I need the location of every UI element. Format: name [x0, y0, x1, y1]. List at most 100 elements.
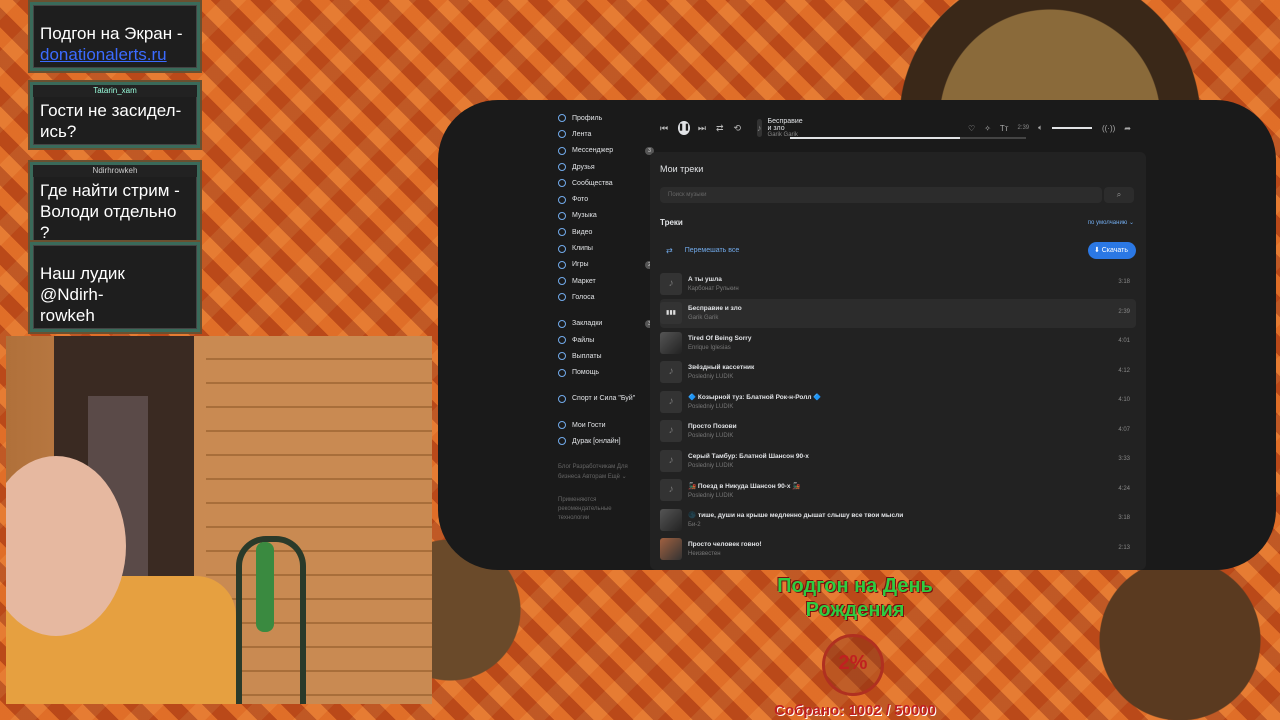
previous-icon[interactable]: ⏮ [660, 123, 668, 134]
track-cover[interactable]: ♪ [660, 272, 682, 295]
track-artist[interactable]: Enrique Iglesias [688, 345, 751, 351]
track-title: Просто Позови [688, 423, 737, 431]
chat-author: Tatarin_xam [33, 85, 197, 97]
track-row[interactable]: ♪ Просто Позови Posledniy LUDIK 4:07 [660, 417, 1136, 447]
track-row[interactable]: Tired Of Being Sorry Enrique Iglesias 4:01 [660, 328, 1136, 358]
playing-bars-icon[interactable]: ▮▮▮ [660, 302, 682, 325]
sidebar-item[interactable]: Маркет [558, 273, 648, 289]
track-cover[interactable]: ♪ [660, 449, 682, 472]
track-cover[interactable]: ♪ [660, 390, 682, 413]
sidebar-item-label: Закладки [572, 320, 603, 328]
track-cover[interactable] [660, 538, 682, 561]
track-duration: 3:18 [1118, 515, 1130, 521]
donation-goal-title: Подгон на День Рождения [700, 574, 1010, 622]
broadcast-icon[interactable]: ((·)) [1102, 124, 1115, 133]
sort-dropdown[interactable]: по умолчанию ⌄ [1088, 219, 1134, 226]
sidebar-item-group[interactable]: Спорт и Сила "Буй" [558, 391, 648, 407]
pause-button[interactable]: ❚❚ [678, 121, 690, 135]
sidebar-item[interactable]: Музыка [558, 208, 648, 224]
community-icon [558, 179, 566, 188]
track-artist[interactable]: Карбонат Рулькин [688, 286, 739, 292]
sidebar-item[interactable]: Клипы [558, 240, 648, 256]
files-icon [558, 336, 566, 344]
search-input[interactable]: Поиск музыки [660, 187, 1102, 203]
sidebar-item-label: Друзья [572, 163, 595, 171]
market-icon [558, 277, 566, 286]
sidebar-item[interactable]: Видео [558, 224, 648, 240]
sidebar-item[interactable]: Профиль [558, 110, 648, 126]
progress-bar[interactable] [790, 137, 1026, 139]
audio-player: ⏮ ❚❚ ⏭ ⇄ ⟲ ♪ Бесправие и зло Garik Garik… [660, 115, 1140, 141]
chat-author: Ndirhrowkeh [33, 165, 197, 177]
track-cover[interactable] [660, 331, 682, 354]
track-cover[interactable] [660, 508, 682, 531]
track-cover[interactable]: ♪ [660, 479, 682, 502]
clips-icon [558, 244, 566, 253]
shuffle-icon[interactable]: ⇄ [716, 123, 724, 134]
sidebar-item-label: Мессенджер [572, 147, 614, 155]
sidebar-footer-links[interactable]: Блог Разработчикам Для бизнеса Авторам Е… [558, 462, 638, 482]
volume-slider[interactable] [1051, 127, 1092, 129]
download-button[interactable]: ⬇ Скачать [1087, 242, 1136, 259]
payments-icon [558, 352, 566, 361]
track-title: 🔷 Козырной туз: Блатной Рок-н-Ролл 🔷 [688, 394, 822, 402]
track-artist[interactable]: Garik Garik [688, 315, 742, 321]
share-icon[interactable]: ➦ [1124, 124, 1131, 133]
track-artist[interactable]: Posledniy LUDIK [688, 433, 737, 439]
track-list: ♪ А ты ушла Карбонат Рулькин 3:18 ▮▮▮ Бесправ… [660, 269, 1136, 564]
sidebar-item-label: Файлы [572, 336, 595, 344]
track-artist[interactable]: Posledniy LUDIK [688, 493, 800, 499]
sidebar-item[interactable]: Сообщества [558, 175, 648, 191]
sidebar-item[interactable]: Лента [558, 126, 648, 142]
search-icon[interactable]: ⌕ [1104, 187, 1134, 203]
music-icon [558, 211, 566, 220]
track-cover[interactable]: ♪ [660, 361, 682, 384]
sidebar-item[interactable]: Мессенджер 3 [558, 143, 654, 159]
dislike-icon[interactable]: ♡ [968, 124, 975, 133]
chat-text-line: Подгон на Экран - [40, 24, 183, 43]
sidebar-item-label: Профиль [572, 114, 603, 122]
track-artist[interactable]: Неизвестен [688, 551, 762, 557]
sidebar-item[interactable]: Фото [558, 191, 648, 207]
shuffle-all-button[interactable]: ⇄ Перемешать все [666, 246, 739, 255]
sidebar-item[interactable]: Выплаты [558, 348, 648, 364]
sidebar-item[interactable]: Игры2 [558, 257, 654, 273]
cards-icon [558, 437, 566, 446]
message-icon [558, 146, 566, 155]
progress-fill [790, 137, 960, 139]
track-row[interactable]: ▮▮▮ Бесправие и зло Garik Garik 2:39 [660, 298, 1136, 328]
sidebar-item[interactable]: Файлы [558, 332, 648, 348]
track-artist[interactable]: Posledniy LUDIK [688, 404, 821, 410]
page-title: Мои треки [660, 164, 704, 174]
donation-link[interactable]: donationalerts.ru [40, 44, 190, 65]
sidebar-item[interactable]: Помощь [558, 364, 648, 380]
next-icon[interactable]: ⏭ [698, 123, 706, 134]
track-row[interactable]: 🌑 тише, души на крыше медленно дышат слы… [660, 505, 1136, 535]
track-row[interactable]: ♪ 🔷 Козырной туз: Блатной Рок-н-Ролл 🔷 Pos… [660, 387, 1136, 417]
sidebar-item-label: Помощь [572, 369, 600, 377]
sidebar-item[interactable]: Мои Гости [558, 417, 648, 433]
sidebar-item[interactable]: Друзья [558, 159, 648, 175]
track-row[interactable]: ♪ 🚂 Поезд в Никуда Шансон 90-х 🚂 Posledniy… [660, 476, 1136, 506]
sidebar-item[interactable]: Дурак [онлайн] [558, 433, 648, 449]
repeat-icon[interactable]: ⟲ [734, 123, 742, 134]
track-row[interactable]: Просто человек говно! Неизвестен 2:13 [660, 535, 1136, 565]
track-row[interactable]: ♪ Звёздный кассетник Posledniy LUDIK 4:12 [660, 358, 1136, 388]
track-artist[interactable]: Posledniy LUDIK [688, 374, 754, 380]
chat-text-line: Наш лудик @Ndirh- [40, 264, 125, 304]
volume-icon[interactable]: 🔈︎ [1038, 123, 1043, 133]
sidebar-item[interactable]: Голоса [558, 289, 648, 305]
track-duration: 2:39 [1118, 308, 1130, 315]
track-row[interactable]: ♪ А ты ушла Карбонат Рулькин 3:18 [660, 269, 1136, 299]
track-title: 🚂 Поезд в Никуда Шансон 90-х 🚂 [688, 482, 801, 490]
track-artist[interactable]: Би-2 [688, 522, 903, 528]
track-duration: 4:12 [1118, 367, 1130, 374]
track-cover[interactable]: ♪ [660, 420, 682, 443]
track-row[interactable]: ♪ Серый Тамбур: Блатной Шансон 90-х Posled… [660, 446, 1136, 476]
track-artist[interactable]: Posledniy LUDIK [688, 463, 809, 469]
sidebar-item[interactable]: Закладки3 [558, 316, 654, 332]
sparkle-icon[interactable]: ✧ [984, 124, 991, 133]
sidebar-item-label: Дурак [онлайн] [572, 437, 621, 445]
track-title: Серый Тамбур: Блатной Шансон 90-х [688, 452, 809, 460]
lyrics-icon[interactable]: Tт [1000, 124, 1009, 133]
